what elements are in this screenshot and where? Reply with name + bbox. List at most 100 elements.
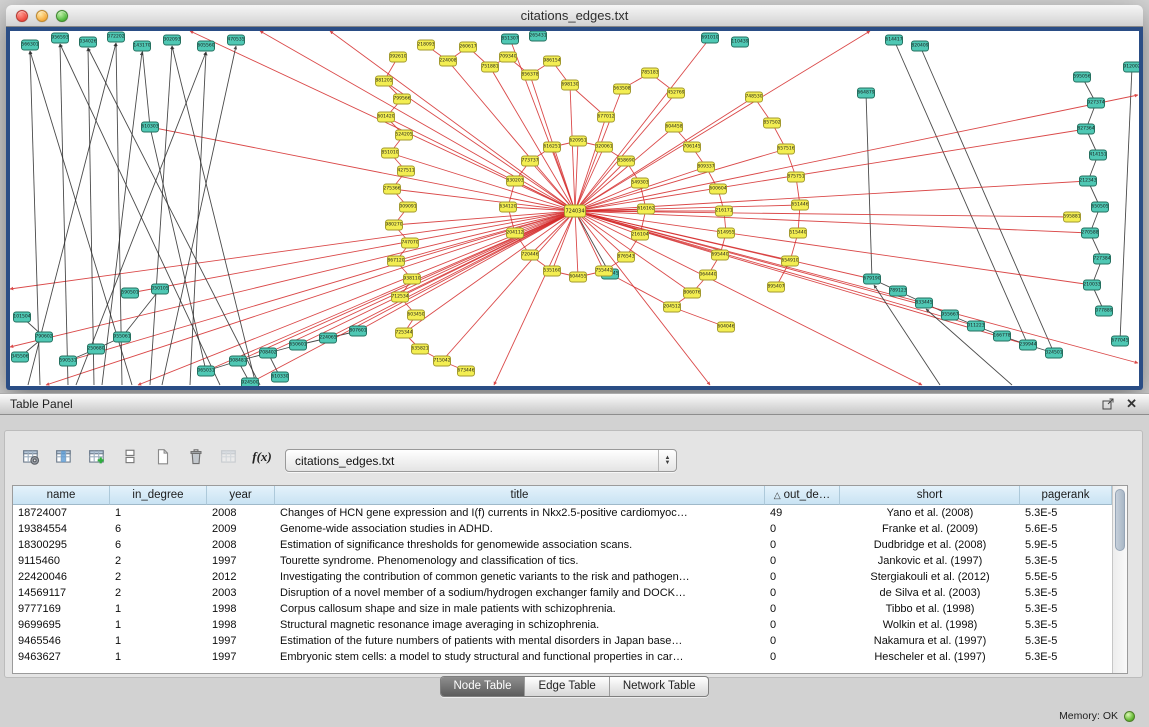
- network-node[interactable]: 23020937: [163, 35, 181, 46]
- table-row[interactable]: 946554611997Estimation of the future num…: [13, 633, 1127, 649]
- network-node[interactable]: 16734461: [457, 366, 475, 377]
- table-row[interactable]: 1830029562008Estimation of significance …: [13, 537, 1127, 553]
- column-header-year[interactable]: year: [207, 486, 275, 505]
- network-node[interactable]: 10340265: [79, 37, 97, 48]
- network-node[interactable]: 18093377: [697, 162, 715, 173]
- cell-title[interactable]: Disruption of a novel member of a sodium…: [275, 585, 765, 601]
- network-node[interactable]: 17737373: [521, 156, 539, 167]
- cell-in-degree[interactable]: 1: [110, 505, 207, 521]
- cell-in-degree[interactable]: 2: [110, 569, 207, 585]
- network-node[interactable]: 16341203: [499, 202, 517, 213]
- network-node[interactable]: 16209513: [569, 136, 587, 147]
- network-node[interactable]: 20090913: [399, 202, 417, 213]
- cell-pagerank[interactable]: 5.6E-5: [1020, 521, 1112, 537]
- network-node[interactable]: 19120021: [1123, 62, 1139, 73]
- cell-name[interactable]: 18724007: [13, 505, 110, 521]
- network-node[interactable]: 19861545: [543, 56, 561, 67]
- network-node[interactable]: 23455060: [11, 352, 29, 363]
- network-node[interactable]: 15905015: [121, 288, 139, 299]
- network-node[interactable]: 15958812: [1063, 212, 1081, 223]
- network-node[interactable]: 18513076: [501, 34, 519, 45]
- network-node[interactable]: 10778899: [1095, 306, 1113, 317]
- cell-title[interactable]: Tourette syndrome. Phenomenology and cla…: [275, 553, 765, 569]
- table-selector[interactable]: citations_edges.txt ▲▼: [285, 449, 677, 472]
- network-node[interactable]: 12705881: [1081, 228, 1099, 239]
- network-node[interactable]: 17554421: [595, 266, 613, 277]
- table-row[interactable]: 946362711997Embryonic stem cells: a mode…: [13, 649, 1127, 665]
- network-node[interactable]: 23084810: [229, 356, 247, 367]
- network-node[interactable]: 20650317: [197, 366, 215, 377]
- network-node[interactable]: 15905317: [59, 356, 77, 367]
- network-node[interactable]: 18334456: [915, 298, 933, 309]
- cell-name[interactable]: 9115460: [13, 553, 110, 569]
- network-node[interactable]: 16505050: [1091, 202, 1109, 213]
- select-columns-icon[interactable]: [49, 443, 79, 471]
- cell-title[interactable]: Changes of HCN gene expression and I(f) …: [275, 505, 765, 521]
- network-node[interactable]: 16981305: [561, 80, 579, 91]
- network-node[interactable]: 12100334: [1083, 280, 1101, 291]
- network-node[interactable]: 16910105: [701, 33, 719, 44]
- cell-name[interactable]: 14569117: [13, 585, 110, 601]
- cell-short[interactable]: Tibbo et al. (1998): [840, 601, 1020, 617]
- network-node[interactable]: 18586901: [617, 156, 635, 167]
- network-node[interactable]: 17150423: [433, 356, 451, 367]
- cell-short[interactable]: de Silva et al. (2003): [840, 585, 1020, 601]
- tab-network-table[interactable]: Network Table: [609, 677, 709, 696]
- network-node[interactable]: 18204098: [911, 41, 929, 52]
- cell-year[interactable]: 1997: [207, 633, 275, 649]
- column-header-short[interactable]: short: [840, 486, 1020, 505]
- cell-pagerank[interactable]: 5.3E-5: [1020, 553, 1112, 569]
- network-node[interactable]: 17093407: [499, 52, 517, 63]
- cell-year[interactable]: 2008: [207, 537, 275, 553]
- table-row[interactable]: 1456911722003Disruption of a novel membe…: [13, 585, 1127, 601]
- network-node[interactable]: 25663017: [21, 40, 39, 51]
- float-panel-icon[interactable]: [1102, 398, 1114, 410]
- network-node[interactable]: 26103030: [141, 122, 159, 133]
- cell-title[interactable]: Structural magnetic resonance image aver…: [275, 617, 765, 633]
- close-panel-icon[interactable]: ✕: [1126, 397, 1137, 411]
- network-node[interactable]: 18273645: [1077, 124, 1095, 135]
- network-node[interactable]: 15149556: [717, 228, 735, 239]
- network-node[interactable]: 18510105: [381, 148, 399, 159]
- table-row[interactable]: 969969511998Structural magnetic resonanc…: [13, 617, 1127, 633]
- cell-pagerank[interactable]: 5.3E-5: [1020, 585, 1112, 601]
- network-node[interactable]: 15950560: [1073, 72, 1091, 83]
- network-node[interactable]: 16770451: [1111, 336, 1129, 347]
- network-node[interactable]: 18757513: [787, 172, 805, 183]
- new-table-icon[interactable]: [148, 443, 178, 471]
- network-node[interactable]: 18076010: [349, 326, 367, 337]
- network-node[interactable]: 18302034: [506, 176, 524, 187]
- cell-title[interactable]: Estimation of the future numbers of pati…: [275, 633, 765, 649]
- edit-columns-icon[interactable]: [82, 443, 112, 471]
- network-node[interactable]: 17470707: [401, 238, 419, 249]
- network-node[interactable]: 19381104: [403, 274, 421, 285]
- network-node[interactable]: 19565934: [51, 33, 69, 44]
- network-node[interactable]: 18812057: [375, 76, 393, 87]
- column-header-out-de-[interactable]: △out_de…: [765, 486, 840, 505]
- network-node[interactable]: 12123434: [1079, 176, 1097, 187]
- network-node[interactable]: 12506806: [87, 344, 105, 355]
- network-node[interactable]: 18575025: [763, 118, 781, 129]
- network-node[interactable]: 19550610: [113, 332, 131, 343]
- network-node[interactable]: 11015042: [13, 312, 31, 323]
- network-node[interactable]: 24705354: [227, 35, 245, 46]
- network-node[interactable]: 15351606: [543, 266, 561, 277]
- cell-name[interactable]: 9699695: [13, 617, 110, 633]
- cell-pagerank[interactable]: 5.3E-5: [1020, 601, 1112, 617]
- network-node[interactable]: 19802703: [385, 220, 403, 231]
- cell-in-degree[interactable]: 1: [110, 617, 207, 633]
- network-node[interactable]: 16791900: [863, 274, 881, 285]
- network-node[interactable]: 13200613: [595, 142, 613, 153]
- table-row[interactable]: 1872400712008Changes of HCN gene express…: [13, 505, 1127, 521]
- network-node[interactable]: 14141516: [1089, 150, 1107, 161]
- cell-name[interactable]: 9465546: [13, 633, 110, 649]
- cell-short[interactable]: Wolkin et al. (1998): [840, 617, 1020, 633]
- cell-in-degree[interactable]: 2: [110, 585, 207, 601]
- network-node[interactable]: 16770128: [597, 112, 615, 123]
- network-node[interactable]: 16014207: [377, 112, 395, 123]
- cell-pagerank[interactable]: 5.3E-5: [1020, 649, 1112, 665]
- network-node[interactable]: 15154409: [789, 228, 807, 239]
- cell-out-de-[interactable]: 0: [765, 601, 840, 617]
- cell-in-degree[interactable]: 1: [110, 649, 207, 665]
- network-node[interactable]: 18765430: [617, 252, 635, 263]
